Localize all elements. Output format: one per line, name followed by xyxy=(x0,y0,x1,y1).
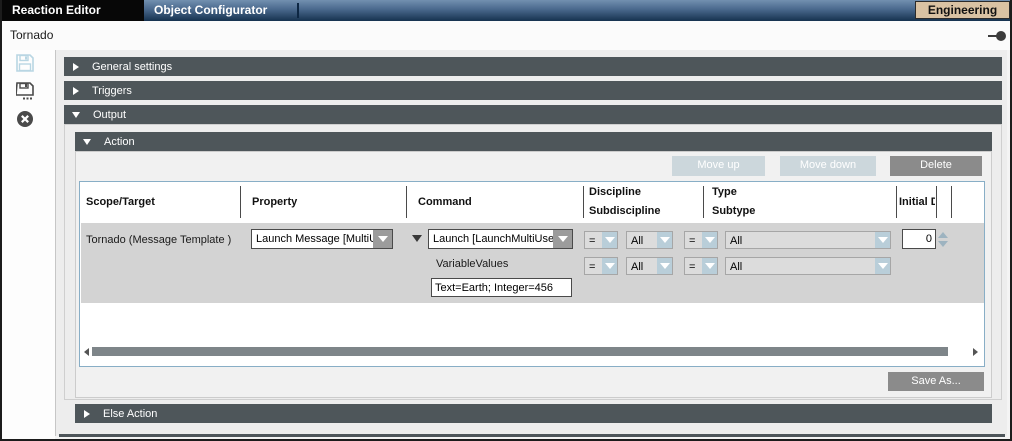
chevron-down-icon[interactable] xyxy=(875,232,890,248)
sub-type-dropdown[interactable]: All xyxy=(725,257,891,275)
column-divider[interactable] xyxy=(951,186,952,218)
chevron-down-icon[interactable] xyxy=(875,258,890,274)
section-output[interactable]: Output xyxy=(64,105,1002,124)
tab-object-configurator[interactable]: Object Configurator xyxy=(154,0,267,21)
section-else-action[interactable]: Else Action xyxy=(75,404,992,423)
column-divider[interactable] xyxy=(240,186,241,218)
discipline-value: All xyxy=(627,232,657,248)
chevron-down-icon[interactable] xyxy=(702,232,717,248)
row-expander-icon[interactable] xyxy=(412,235,422,242)
column-divider[interactable] xyxy=(406,186,407,218)
variable-values-input[interactable] xyxy=(431,278,572,297)
section-action[interactable]: Action xyxy=(75,132,992,151)
type-operator-dropdown[interactable]: = xyxy=(684,231,718,249)
collapsed-arrow-icon xyxy=(73,87,79,95)
chevron-down-icon[interactable] xyxy=(602,258,617,274)
tab-reaction-editor[interactable]: Reaction Editor xyxy=(2,0,144,21)
discipline-value: All xyxy=(627,258,657,274)
collapsed-arrow-icon xyxy=(73,63,79,71)
type-dropdown[interactable]: All xyxy=(725,231,891,249)
type-value: All xyxy=(726,258,875,274)
object-name-label: Tornado xyxy=(10,28,53,42)
move-down-button[interactable]: Move down xyxy=(780,156,876,176)
scroll-left-icon[interactable] xyxy=(84,348,89,356)
chevron-down-icon[interactable] xyxy=(702,258,717,274)
delete-button[interactable]: Delete xyxy=(890,156,982,176)
column-header-scope-target[interactable]: Scope/Target xyxy=(86,196,155,208)
section-label: Action xyxy=(104,136,135,148)
application-window: Reaction Editor Object Configurator Engi… xyxy=(0,0,1012,441)
sub-discipline-dropdown[interactable]: All xyxy=(626,257,673,275)
operator-value: = xyxy=(585,232,602,248)
section-label: General settings xyxy=(92,61,172,73)
variable-values-label: VariableValues xyxy=(436,258,508,270)
chevron-down-icon[interactable] xyxy=(553,230,572,248)
property-dropdown-value: Launch Message [MultiUse xyxy=(252,230,373,248)
chevron-down-icon[interactable] xyxy=(373,230,392,248)
section-triggers[interactable]: Triggers xyxy=(64,81,1002,100)
operator-value: = xyxy=(685,258,702,274)
move-up-button[interactable]: Move up xyxy=(672,156,765,176)
operator-value: = xyxy=(685,232,702,248)
scroll-right-icon[interactable] xyxy=(973,348,978,356)
expanded-arrow-icon xyxy=(83,139,91,145)
column-header-command[interactable]: Command xyxy=(418,196,472,208)
initial-delay-spinner[interactable] xyxy=(937,229,949,249)
column-divider[interactable] xyxy=(896,186,897,218)
chevron-down-icon[interactable] xyxy=(657,258,672,274)
column-divider[interactable] xyxy=(936,186,937,218)
spinner-down-icon[interactable] xyxy=(938,241,948,247)
column-header-initial-delay[interactable]: Initial Delay xyxy=(899,196,935,208)
column-header-type[interactable]: Type xyxy=(712,186,737,198)
section-label: Else Action xyxy=(103,408,157,420)
pin-icon-head[interactable] xyxy=(996,31,1006,41)
column-header-subdiscipline[interactable]: Subdiscipline xyxy=(589,205,661,217)
save-icon[interactable] xyxy=(16,54,36,74)
command-dropdown-value: Launch [LaunchMultiUse xyxy=(429,230,553,248)
cancel-icon[interactable] xyxy=(16,110,36,130)
command-dropdown[interactable]: Launch [LaunchMultiUse xyxy=(428,229,573,249)
property-dropdown[interactable]: Launch Message [MultiUse xyxy=(251,229,393,249)
tab-separator xyxy=(297,3,299,18)
next-section-edge xyxy=(59,434,1005,437)
section-general-settings[interactable]: General settings xyxy=(64,57,1002,76)
column-divider[interactable] xyxy=(583,186,584,218)
action-table: Scope/Target Property Command Discipline… xyxy=(79,181,985,367)
operator-value: = xyxy=(585,258,602,274)
collapsed-arrow-icon xyxy=(84,410,90,418)
column-header-property[interactable]: Property xyxy=(252,196,297,208)
chevron-down-icon[interactable] xyxy=(602,232,617,248)
column-header-subtype[interactable]: Subtype xyxy=(712,205,755,217)
scope-target-cell: Tornado (Message Template ) xyxy=(86,234,231,246)
sub-discipline-operator-dropdown[interactable]: = xyxy=(584,257,618,275)
spinner-up-icon[interactable] xyxy=(938,232,948,238)
save-as-button[interactable]: Save As... xyxy=(888,372,984,391)
object-header-row xyxy=(2,21,1010,50)
section-label: Output xyxy=(93,109,126,121)
discipline-dropdown[interactable]: All xyxy=(626,231,673,249)
type-value: All xyxy=(726,232,875,248)
column-header-discipline[interactable]: Discipline xyxy=(589,186,641,198)
left-toolbar xyxy=(2,50,55,441)
save-as-icon[interactable] xyxy=(16,82,36,102)
discipline-operator-dropdown[interactable]: = xyxy=(584,231,618,249)
sub-type-operator-dropdown[interactable]: = xyxy=(684,257,718,275)
chevron-down-icon[interactable] xyxy=(657,232,672,248)
expanded-arrow-icon xyxy=(72,112,80,118)
horizontal-scrollbar-thumb[interactable] xyxy=(92,347,948,356)
column-divider[interactable] xyxy=(703,186,704,218)
engineering-mode-button[interactable]: Engineering xyxy=(915,1,1010,19)
initial-delay-input[interactable] xyxy=(902,229,936,249)
section-label: Triggers xyxy=(92,85,132,97)
